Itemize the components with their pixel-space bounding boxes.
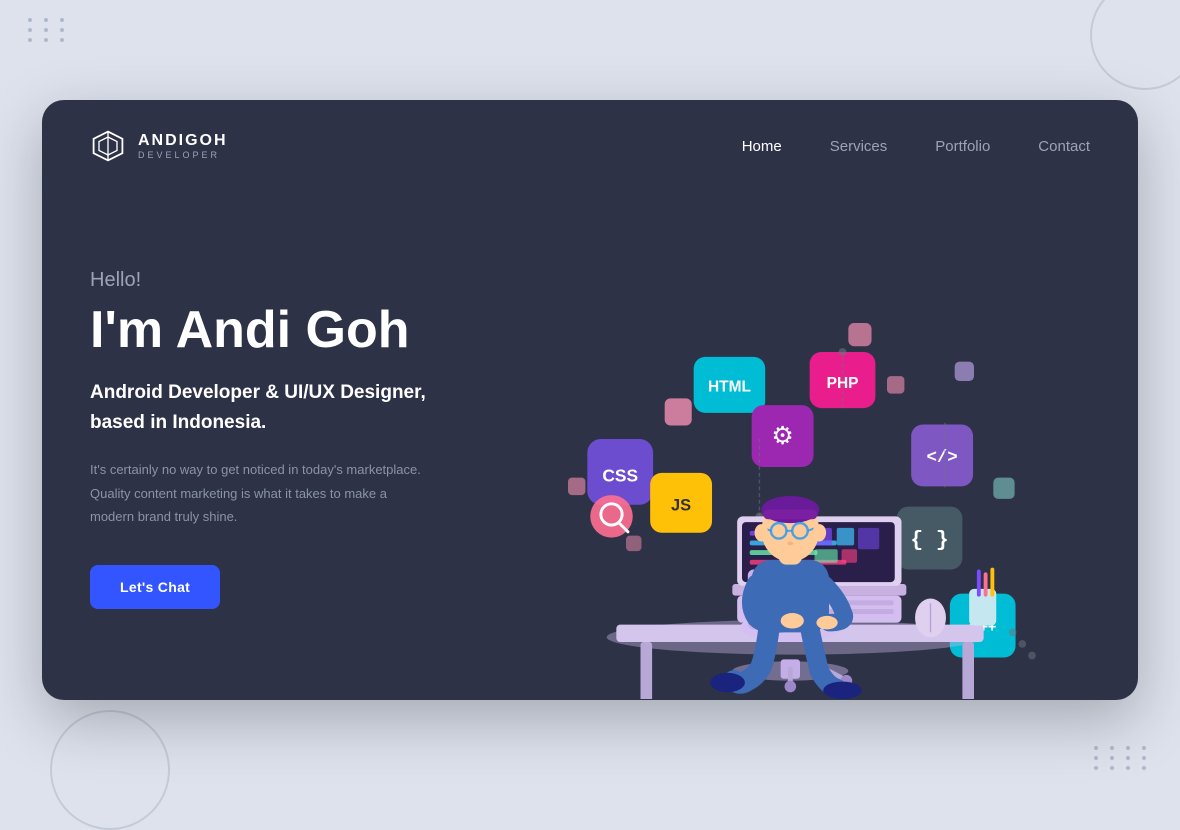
- main-card: ANDIGOH DEVELOPER Home Services Portfoli…: [42, 100, 1138, 700]
- nav-contact[interactable]: Contact: [1038, 138, 1090, 155]
- navbar: ANDIGOH DEVELOPER Home Services Portfoli…: [42, 100, 1138, 164]
- logo: ANDIGOH DEVELOPER: [90, 128, 228, 164]
- developer-illustration: CSS HTML PHP ⚙ </> JS { }: [510, 179, 1090, 699]
- svg-text:⚙: ⚙: [771, 422, 794, 450]
- nav-portfolio[interactable]: Portfolio: [935, 138, 990, 155]
- logo-subtitle: DEVELOPER: [138, 150, 228, 160]
- hero-name: I'm Andi Goh: [90, 302, 490, 359]
- decorative-dots-top-left: [28, 18, 70, 42]
- nav-links: Home Services Portfolio Contact: [742, 138, 1090, 155]
- svg-text:JS: JS: [671, 497, 691, 515]
- hero-role: Android Developer & UI/UX Designer,based…: [90, 378, 490, 439]
- hero-description: It's certainly no way to get noticed in …: [90, 458, 430, 528]
- svg-text:</>: </>: [926, 449, 957, 468]
- decorative-circle-top-right: [1090, 0, 1180, 90]
- svg-text:{ }: { }: [910, 528, 948, 552]
- logo-name: ANDIGOH: [138, 132, 228, 150]
- logo-text: ANDIGOH DEVELOPER: [138, 132, 228, 160]
- hero-left: Hello! I'm Andi Goh Android Developer & …: [90, 269, 510, 608]
- hero-illustration: CSS HTML PHP ⚙ </> JS { }: [510, 179, 1090, 699]
- decorative-circle-bottom-left: [50, 710, 170, 830]
- decorative-dots-bottom-right: [1094, 746, 1152, 770]
- hero-section: Hello! I'm Andi Goh Android Developer & …: [42, 164, 1138, 684]
- lets-chat-button[interactable]: Let's Chat: [90, 565, 220, 609]
- svg-text:HTML: HTML: [708, 379, 751, 396]
- nav-home[interactable]: Home: [742, 138, 782, 155]
- svg-text:CSS: CSS: [602, 466, 638, 486]
- hero-greeting: Hello!: [90, 269, 490, 292]
- nav-services[interactable]: Services: [830, 138, 888, 155]
- logo-icon: [90, 128, 126, 164]
